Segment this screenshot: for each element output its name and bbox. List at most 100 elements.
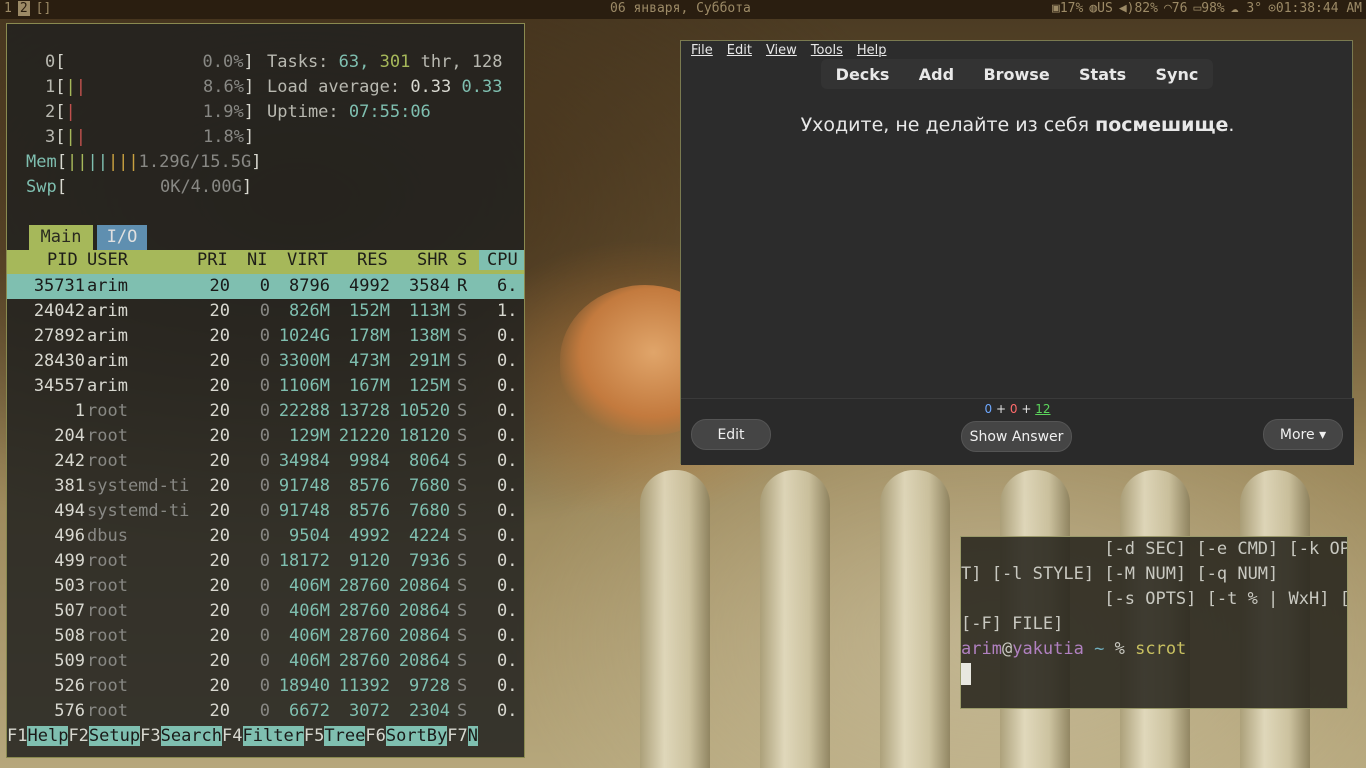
column-cpu[interactable]: CPU	[479, 250, 524, 270]
process-cpu: 0.	[497, 501, 518, 521]
process-pri: 20	[209, 626, 230, 646]
volume-widget[interactable]: ◀)82%	[1119, 1, 1158, 16]
column-shr[interactable]: SHR	[417, 250, 448, 270]
process-user: arim	[87, 276, 128, 296]
fkey-label-help[interactable]: Help	[27, 726, 69, 746]
process-row[interactable]: 27892 arim 20 0 1024G 178M 138M S 0.	[7, 324, 524, 349]
stats-link[interactable]: Stats	[1079, 65, 1126, 84]
terminal-input-line[interactable]	[961, 662, 971, 687]
menu-edit[interactable]: Edit	[727, 43, 752, 58]
fkey-label-setup[interactable]: Setup	[88, 726, 141, 746]
process-cpu: 0.	[497, 701, 518, 721]
process-row[interactable]: 242 root 20 0 34984 9984 8064 S 0.	[7, 449, 524, 474]
terminal-window[interactable]: [-d SEC] [-e CMD] [-k OP T] [-l STYLE] […	[960, 536, 1348, 709]
sync-link[interactable]: Sync	[1156, 65, 1199, 84]
menu-view[interactable]: View	[766, 43, 797, 58]
process-ni: 0	[259, 701, 270, 721]
process-cpu: 0.	[497, 426, 518, 446]
tab-main[interactable]: Main	[29, 225, 93, 250]
fkey-label-sortby[interactable]: SortBy	[385, 726, 448, 746]
process-row[interactable]: 204 root 20 0 129M 21220 18120 S 0.	[7, 424, 524, 449]
menu-file[interactable]: File	[691, 43, 713, 58]
workspace-2[interactable]: 2	[17, 1, 30, 16]
process-virt: 826M	[289, 301, 330, 321]
process-pri: 20	[209, 701, 230, 721]
browse-link[interactable]: Browse	[983, 65, 1049, 84]
cpu-id: 1	[45, 77, 56, 97]
process-row[interactable]: 576 root 20 0 6672 3072 2304 S 0.	[7, 699, 524, 724]
process-pid: 503	[54, 576, 85, 596]
layout-indicator[interactable]: []	[34, 1, 54, 16]
process-table-header[interactable]: PID USER PRI NI VIRT RES SHR S CPU	[7, 250, 524, 274]
process-shr: 113M	[409, 301, 450, 321]
process-row[interactable]: 35731 arim 20 0 8796 4992 3584 R 6.	[7, 274, 524, 299]
column-user[interactable]: USER	[87, 250, 128, 270]
process-row[interactable]: 1 root 20 0 22288 13728 10520 S 0.	[7, 399, 524, 424]
clock-value: 01:38:44 AM	[1275, 1, 1362, 16]
more-button[interactable]: More ▾	[1263, 419, 1343, 450]
workspace-1[interactable]: 1	[2, 1, 14, 16]
anki-window[interactable]: File Edit View Tools Help Decks Add Brow…	[680, 40, 1354, 465]
process-row[interactable]: 509 root 20 0 406M 28760 20864 S 0.	[7, 649, 524, 674]
process-res: 473M	[349, 351, 390, 371]
process-row[interactable]: 526 root 20 0 18940 11392 9728 S 0.	[7, 674, 524, 699]
fkey-label-filter[interactable]: Filter	[242, 726, 304, 746]
process-ni: 0	[259, 601, 270, 621]
process-row[interactable]: 499 root 20 0 18172 9120 7936 S 0.	[7, 549, 524, 574]
process-row[interactable]: 34557 arim 20 0 1106M 167M 125M S 0.	[7, 374, 524, 399]
process-cpu: 0.	[497, 626, 518, 646]
wifi-widget[interactable]: ◠76	[1164, 1, 1187, 16]
tab-io[interactable]: I/O	[97, 225, 147, 250]
process-virt: 406M	[289, 601, 330, 621]
fkey-label-tree[interactable]: Tree	[324, 726, 366, 746]
speaker-icon: ◀)	[1118, 1, 1135, 16]
process-user: root	[87, 401, 128, 421]
process-ni: 0	[259, 326, 270, 346]
fkey-label-n[interactable]: N	[467, 726, 478, 746]
column-ni[interactable]: NI	[247, 250, 267, 270]
column-pri[interactable]: PRI	[197, 250, 228, 270]
process-row[interactable]: 494 systemd-ti 20 0 91748 8576 7680 S 0.	[7, 499, 524, 524]
clock-widget: ⊙01:38:44 AM	[1268, 1, 1362, 16]
process-res: 28760	[338, 576, 390, 596]
wallpaper-radiator-fin	[760, 470, 830, 768]
menu-tools[interactable]: Tools	[811, 43, 843, 58]
process-row[interactable]: 496 dbus 20 0 9504 4992 4224 S 0.	[7, 524, 524, 549]
column-res[interactable]: RES	[357, 250, 388, 270]
process-row[interactable]: 24042 arim 20 0 826M 152M 113M S 1.	[7, 299, 524, 324]
keyboard-widget[interactable]: ◍US	[1089, 1, 1112, 16]
column-pid[interactable]: PID	[47, 250, 78, 270]
process-row[interactable]: 28430 arim 20 0 3300M 473M 291M S 0.	[7, 349, 524, 374]
weather-widget: ☁ 3°	[1231, 1, 1262, 16]
threads-count: 301	[379, 52, 411, 72]
show-answer-button[interactable]: Show Answer	[961, 421, 1072, 452]
plus-sign: +	[1021, 402, 1032, 416]
mem-label: Mem	[26, 152, 57, 172]
process-row[interactable]: 507 root 20 0 406M 28760 20864 S 0.	[7, 599, 524, 624]
process-s: S	[457, 651, 468, 671]
decks-link[interactable]: Decks	[836, 65, 890, 84]
new-count: 0	[984, 402, 993, 416]
process-res: 21220	[338, 426, 390, 446]
card-question: Уходите, не делайте из себя посмешище.	[681, 114, 1354, 136]
fkey-label-search[interactable]: Search	[160, 726, 223, 746]
process-row[interactable]: 381 systemd-ti 20 0 91748 8576 7680 S 0.	[7, 474, 524, 499]
weather-value: 3°	[1246, 1, 1263, 16]
process-row[interactable]: 503 root 20 0 406M 28760 20864 S 0.	[7, 574, 524, 599]
process-user: arim	[87, 326, 128, 346]
column-virt[interactable]: VIRT	[287, 250, 328, 270]
process-virt: 406M	[289, 626, 330, 646]
process-cpu: 0.	[497, 376, 518, 396]
add-link[interactable]: Add	[919, 65, 954, 84]
htop-window[interactable]: 0[0.0%] 1[|| 8.6%] 2[| 1.9%] 3[|| 1.8%] Mem…	[6, 23, 525, 758]
process-ni: 0	[259, 476, 270, 496]
process-pid: 24042	[33, 301, 85, 321]
process-s: S	[457, 401, 468, 421]
cpu-meter-3: 3[|| 1.8%]	[45, 127, 255, 147]
edit-button[interactable]: Edit	[691, 419, 771, 450]
process-row[interactable]: 508 root 20 0 406M 28760 20864 S 0.	[7, 624, 524, 649]
column-state[interactable]: S	[457, 250, 467, 270]
menu-help[interactable]: Help	[857, 43, 887, 58]
process-user: root	[87, 701, 128, 721]
process-ni: 0	[259, 426, 270, 446]
